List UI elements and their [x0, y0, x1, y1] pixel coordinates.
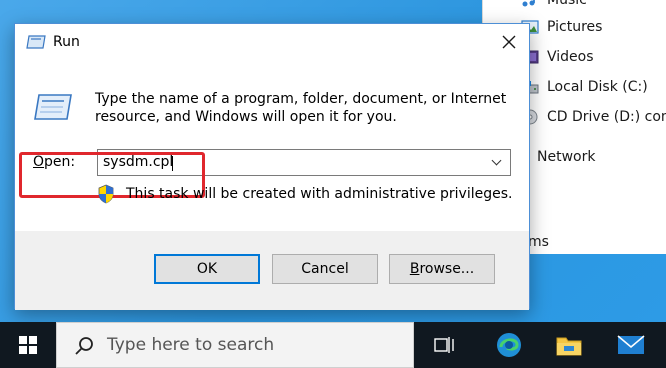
mail-icon — [617, 335, 645, 354]
browse-button[interactable]: Browse... — [389, 254, 495, 284]
cancel-button[interactable]: Cancel — [272, 254, 378, 284]
run-body: Type the name of a program, folder, docu… — [15, 61, 529, 231]
text-cursor — [172, 156, 173, 171]
taskbar: Type here to search — [0, 322, 666, 368]
nav-item-label: Pictures — [547, 19, 603, 35]
nav-item-label: Network — [537, 149, 596, 165]
run-dialog: Run Type the name of a program, folder, … — [14, 23, 530, 310]
start-button[interactable] — [0, 322, 56, 368]
uac-shield-icon — [97, 184, 115, 204]
music-icon — [521, 0, 539, 8]
task-view-icon — [434, 337, 454, 353]
task-view-button[interactable] — [422, 322, 468, 368]
run-app-icon — [26, 35, 46, 49]
edge-button[interactable] — [486, 322, 532, 368]
search-placeholder: Type here to search — [107, 335, 275, 355]
ok-button[interactable]: OK — [154, 254, 260, 284]
close-button[interactable] — [487, 24, 531, 60]
taskbar-search-box[interactable]: Type here to search — [56, 322, 414, 368]
run-large-icon — [33, 93, 73, 121]
open-input-value[interactable]: sysdm.cpl — [103, 154, 173, 170]
edge-icon — [497, 333, 521, 357]
run-footer: OK Cancel Browse... — [15, 231, 529, 310]
nav-item-label: Music — [547, 0, 587, 8]
file-explorer-icon — [556, 337, 582, 356]
nav-item-label: Local Disk (C:) — [547, 79, 648, 95]
file-explorer-button[interactable] — [546, 322, 592, 368]
mail-button[interactable] — [608, 322, 654, 368]
dropdown-arrow-icon[interactable] — [486, 150, 510, 175]
search-icon — [73, 335, 95, 357]
nav-item-label: Videos — [547, 49, 594, 65]
run-titlebar[interactable]: Run — [15, 24, 529, 61]
admin-privileges-note: This task will be created with administr… — [126, 186, 513, 202]
start-icon — [19, 336, 37, 354]
run-description: Type the name of a program, folder, docu… — [95, 91, 507, 125]
close-icon — [502, 35, 516, 49]
nav-item-music[interactable]: Music — [483, 0, 666, 10]
run-title: Run — [53, 34, 80, 50]
open-label: Open: — [33, 154, 76, 170]
nav-item-label: CD Drive (D:) conf — [547, 109, 666, 125]
open-combobox[interactable]: sysdm.cpl — [97, 149, 511, 176]
